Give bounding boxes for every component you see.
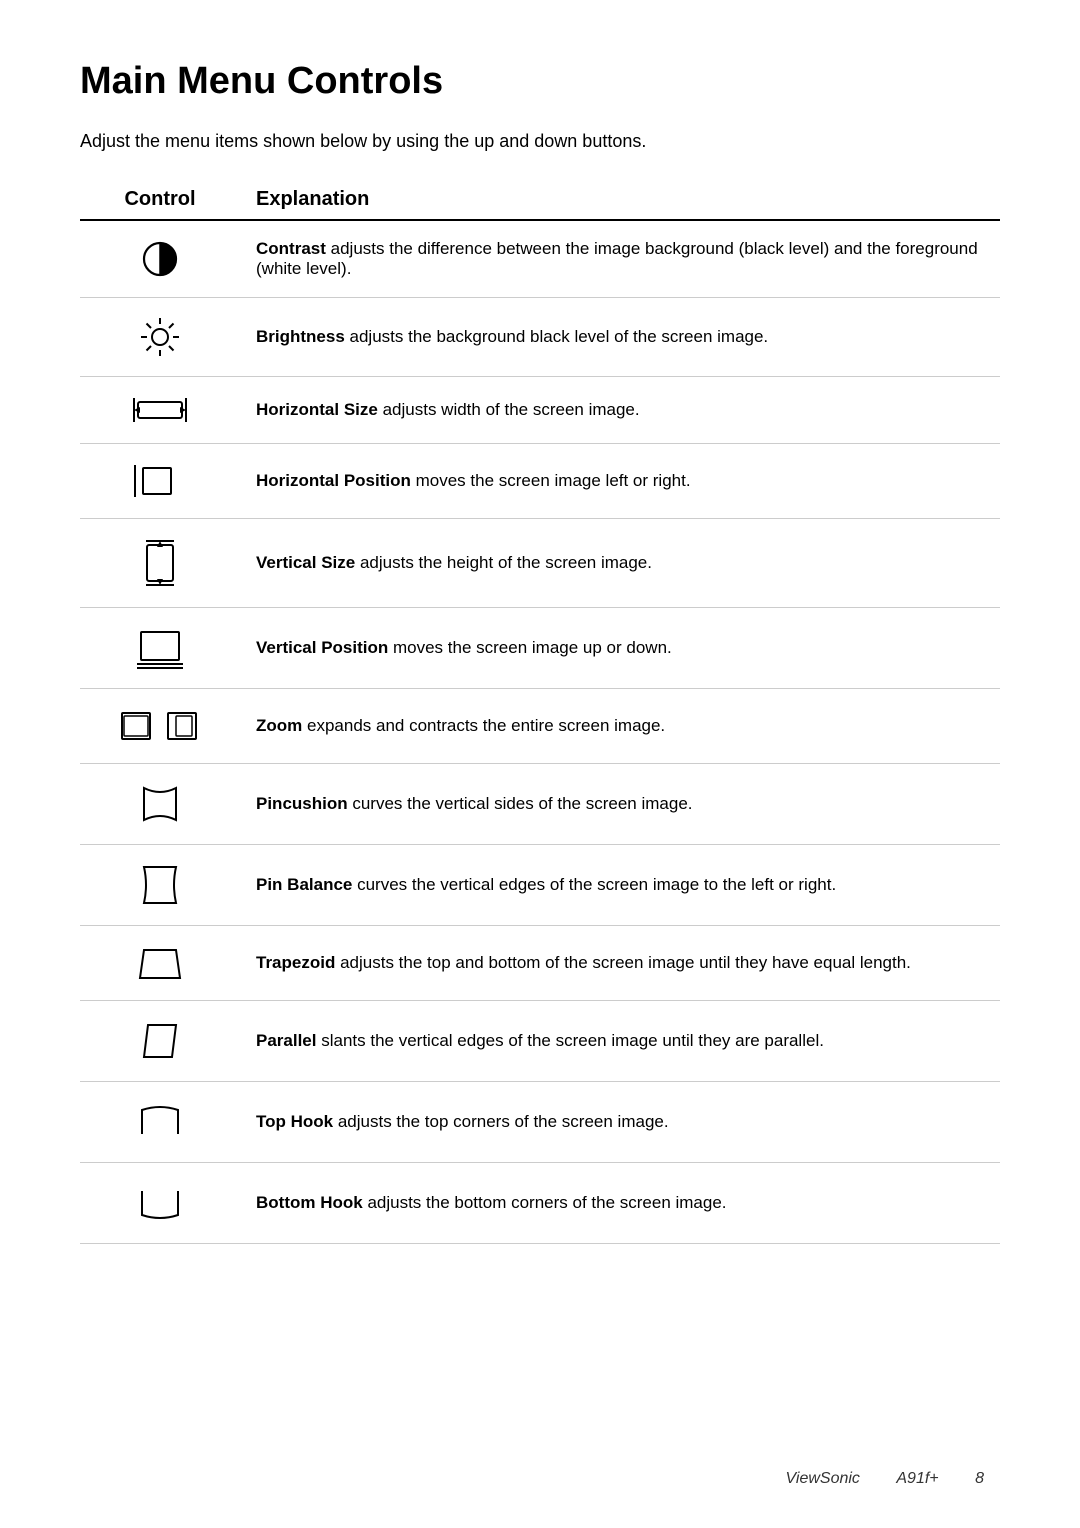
icon-cell-parallel <box>80 1001 240 1082</box>
col-explanation: Explanation <box>240 180 1000 220</box>
table-row: Brightness adjusts the background black … <box>80 298 1000 377</box>
table-row: Vertical Size adjusts the height of the … <box>80 519 1000 608</box>
bold-label: Brightness <box>256 327 345 346</box>
icon-cell-zoom <box>80 689 240 764</box>
icon-cell-horizontal-position <box>80 444 240 519</box>
explanation-text: moves the screen image up or down. <box>388 638 671 657</box>
explanation-text: expands and contracts the entire screen … <box>302 716 665 735</box>
explanation-cell-zoom: Zoom expands and contracts the entire sc… <box>240 689 1000 764</box>
explanation-text: curves the vertical sides of the screen … <box>348 794 693 813</box>
table-row: Contrast adjusts the difference between … <box>80 220 1000 298</box>
table-row: Top Hook adjusts the top corners of the … <box>80 1082 1000 1163</box>
explanation-cell-parallel: Parallel slants the vertical edges of th… <box>240 1001 1000 1082</box>
explanation-text: slants the vertical edges of the screen … <box>317 1031 824 1050</box>
table-row: Horizontal Size adjusts width of the scr… <box>80 377 1000 444</box>
bold-label: Pincushion <box>256 794 348 813</box>
table-row: Pincushion curves the vertical sides of … <box>80 764 1000 845</box>
explanation-cell-bottom-hook: Bottom Hook adjusts the bottom corners o… <box>240 1163 1000 1244</box>
explanation-cell-horizontal-size: Horizontal Size adjusts width of the scr… <box>240 377 1000 444</box>
explanation-cell-pin-balance: Pin Balance curves the vertical edges of… <box>240 845 1000 926</box>
explanation-text: adjusts the bottom corners of the screen… <box>363 1193 727 1212</box>
col-control: Control <box>80 180 240 220</box>
bold-label: Vertical Position <box>256 638 388 657</box>
icon-cell-contrast <box>80 220 240 298</box>
table-row: Trapezoid adjusts the top and bottom of … <box>80 926 1000 1001</box>
explanation-text: moves the screen image left or right. <box>411 471 691 490</box>
bold-label: Contrast <box>256 239 326 258</box>
icon-cell-vertical-size <box>80 519 240 608</box>
explanation-text: adjusts width of the screen image. <box>378 400 640 419</box>
icon-cell-pin-balance <box>80 845 240 926</box>
explanation-cell-contrast: Contrast adjusts the difference between … <box>240 220 1000 298</box>
icon-cell-bottom-hook <box>80 1163 240 1244</box>
table-row: Bottom Hook adjusts the bottom corners o… <box>80 1163 1000 1244</box>
table-row: Zoom expands and contracts the entire sc… <box>80 689 1000 764</box>
table-row: Parallel slants the vertical edges of th… <box>80 1001 1000 1082</box>
footer: ViewSonic A91f+ 8 <box>770 1470 1001 1488</box>
explanation-cell-vertical-position: Vertical Position moves the screen image… <box>240 608 1000 689</box>
table-row: Vertical Position moves the screen image… <box>80 608 1000 689</box>
footer-brand: ViewSonic <box>786 1470 860 1487</box>
page-title: Main Menu Controls <box>80 60 1000 103</box>
explanation-text: adjusts the top corners of the screen im… <box>333 1112 668 1131</box>
explanation-cell-horizontal-position: Horizontal Position moves the screen ima… <box>240 444 1000 519</box>
icon-cell-vertical-position <box>80 608 240 689</box>
intro-text: Adjust the menu items shown below by usi… <box>80 131 1000 152</box>
explanation-cell-brightness: Brightness adjusts the background black … <box>240 298 1000 377</box>
bold-label: Pin Balance <box>256 875 352 894</box>
bold-label: Horizontal Size <box>256 400 378 419</box>
icon-cell-trapezoid <box>80 926 240 1001</box>
explanation-text: adjusts the difference between the image… <box>256 239 978 278</box>
bold-label: Trapezoid <box>256 953 335 972</box>
bold-label: Zoom <box>256 716 302 735</box>
footer-page: 8 <box>975 1470 984 1487</box>
bold-label: Vertical Size <box>256 553 355 572</box>
icon-cell-brightness <box>80 298 240 377</box>
table-row: Horizontal Position moves the screen ima… <box>80 444 1000 519</box>
table-row: Pin Balance curves the vertical edges of… <box>80 845 1000 926</box>
explanation-cell-top-hook: Top Hook adjusts the top corners of the … <box>240 1082 1000 1163</box>
icon-cell-horizontal-size <box>80 377 240 444</box>
bold-label: Parallel <box>256 1031 317 1050</box>
controls-table: Control Explanation Contrast adjusts the… <box>80 180 1000 1244</box>
explanation-text: adjusts the height of the screen image. <box>355 553 652 572</box>
explanation-text: adjusts the background black level of th… <box>345 327 768 346</box>
explanation-cell-trapezoid: Trapezoid adjusts the top and bottom of … <box>240 926 1000 1001</box>
bold-label: Top Hook <box>256 1112 333 1131</box>
footer-model: A91f+ <box>896 1470 938 1487</box>
icon-cell-pincushion <box>80 764 240 845</box>
bold-label: Horizontal Position <box>256 471 411 490</box>
icon-cell-top-hook <box>80 1082 240 1163</box>
explanation-cell-vertical-size: Vertical Size adjusts the height of the … <box>240 519 1000 608</box>
explanation-text: curves the vertical edges of the screen … <box>352 875 836 894</box>
bold-label: Bottom Hook <box>256 1193 363 1212</box>
explanation-text: adjusts the top and bottom of the screen… <box>335 953 911 972</box>
explanation-cell-pincushion: Pincushion curves the vertical sides of … <box>240 764 1000 845</box>
